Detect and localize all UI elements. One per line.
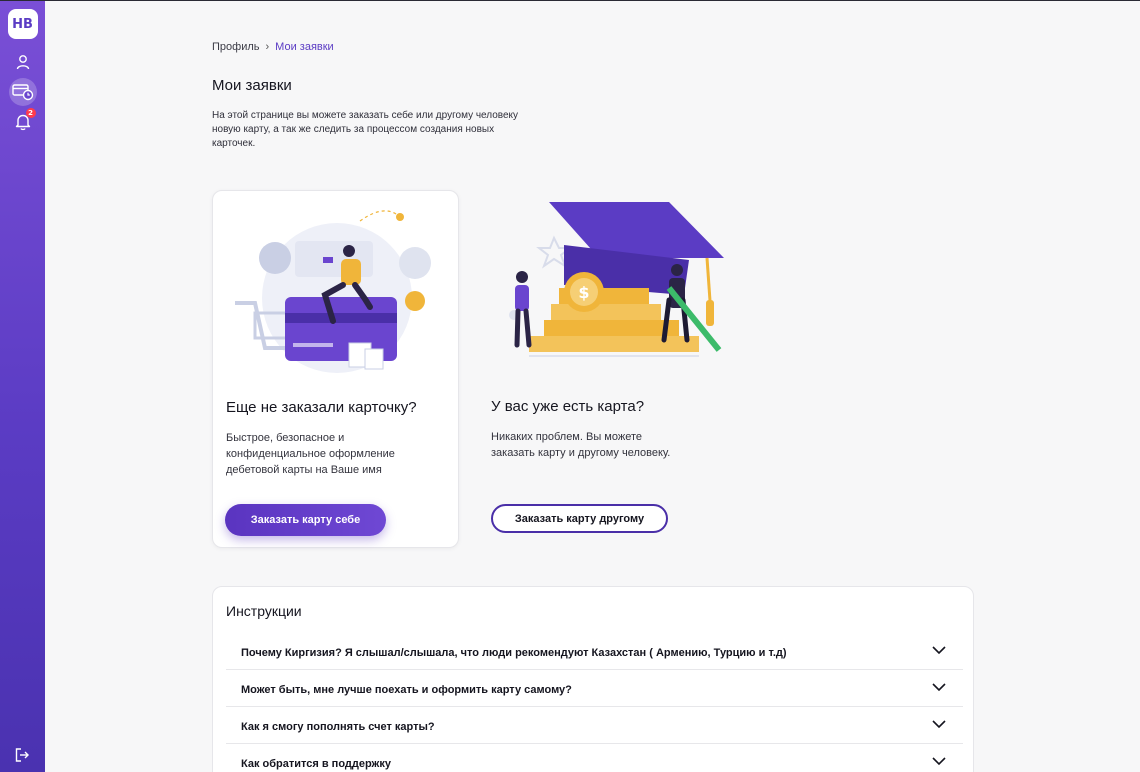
instructions-title: Инструкции xyxy=(226,603,302,619)
app-logo[interactable]: НВ xyxy=(7,9,38,39)
order-card-self-button[interactable]: Заказать карту себе xyxy=(225,504,386,536)
shopping-card-illustration xyxy=(235,210,431,373)
faq-item[interactable]: Может быть, мне лучше поехать и оформить… xyxy=(226,670,963,707)
breadcrumb-profile-link[interactable]: Профиль xyxy=(212,41,260,53)
card-clock-icon xyxy=(11,84,33,101)
order-card-other-button[interactable]: Заказать карту другому xyxy=(491,504,668,533)
breadcrumb: Профиль › Мои заявки xyxy=(212,41,334,53)
order-other-text: Никаких проблем. Вы можете заказать карт… xyxy=(491,431,671,459)
order-self-card: Еще не заказали карточку? Быстрое, безоп… xyxy=(212,190,459,548)
sidebar: НВ 2 xyxy=(0,1,45,772)
logout-icon xyxy=(15,748,29,762)
chevron-down-icon[interactable] xyxy=(931,753,947,769)
logout-button[interactable] xyxy=(8,741,36,769)
user-icon xyxy=(16,55,29,70)
sidebar-item-profile[interactable] xyxy=(9,48,37,76)
faq-question: Может быть, мне лучше поехать и оформить… xyxy=(241,684,572,696)
faq-item[interactable]: Как обратится в поддержку xyxy=(226,744,963,772)
sidebar-item-applications[interactable] xyxy=(8,78,37,106)
breadcrumb-separator: › xyxy=(265,41,270,53)
chevron-down-icon[interactable] xyxy=(931,642,947,658)
breadcrumb-current: Мои заявки xyxy=(275,41,334,53)
faq-item[interactable]: Почему Киргизия? Я слышал/слышала, что л… xyxy=(226,633,963,670)
faq-question: Почему Киргизия? Я слышал/слышала, что л… xyxy=(241,647,787,659)
faq-question: Как обратится в поддержку xyxy=(241,758,391,770)
page-description: На этой странице вы можете заказать себе… xyxy=(212,110,519,149)
chevron-down-icon[interactable] xyxy=(931,716,947,732)
svg-text:$: $ xyxy=(578,283,589,302)
notification-badge: 2 xyxy=(25,108,36,118)
page-title: Мои заявки xyxy=(212,77,292,94)
chevron-down-icon[interactable] xyxy=(931,679,947,695)
faq-item[interactable]: Как я смогу пополнять счет карты? xyxy=(226,707,963,744)
sidebar-item-notifications[interactable]: 2 xyxy=(9,108,37,136)
instructions-panel: Инструкции Почему Киргизия? Я слышал/слы… xyxy=(212,586,974,772)
order-self-title: Еще не заказали карточку? xyxy=(226,399,417,416)
order-other-card: $ У вас уже есть карта? Никаких проблем.… xyxy=(479,190,741,548)
order-other-title: У вас уже есть карта? xyxy=(491,398,645,415)
graduation-coins-illustration: $ xyxy=(509,202,724,357)
faq-question: Как я смогу пополнять счет карты? xyxy=(241,721,435,733)
order-self-text: Быстрое, безопасное и конфиденциальное о… xyxy=(226,432,395,476)
